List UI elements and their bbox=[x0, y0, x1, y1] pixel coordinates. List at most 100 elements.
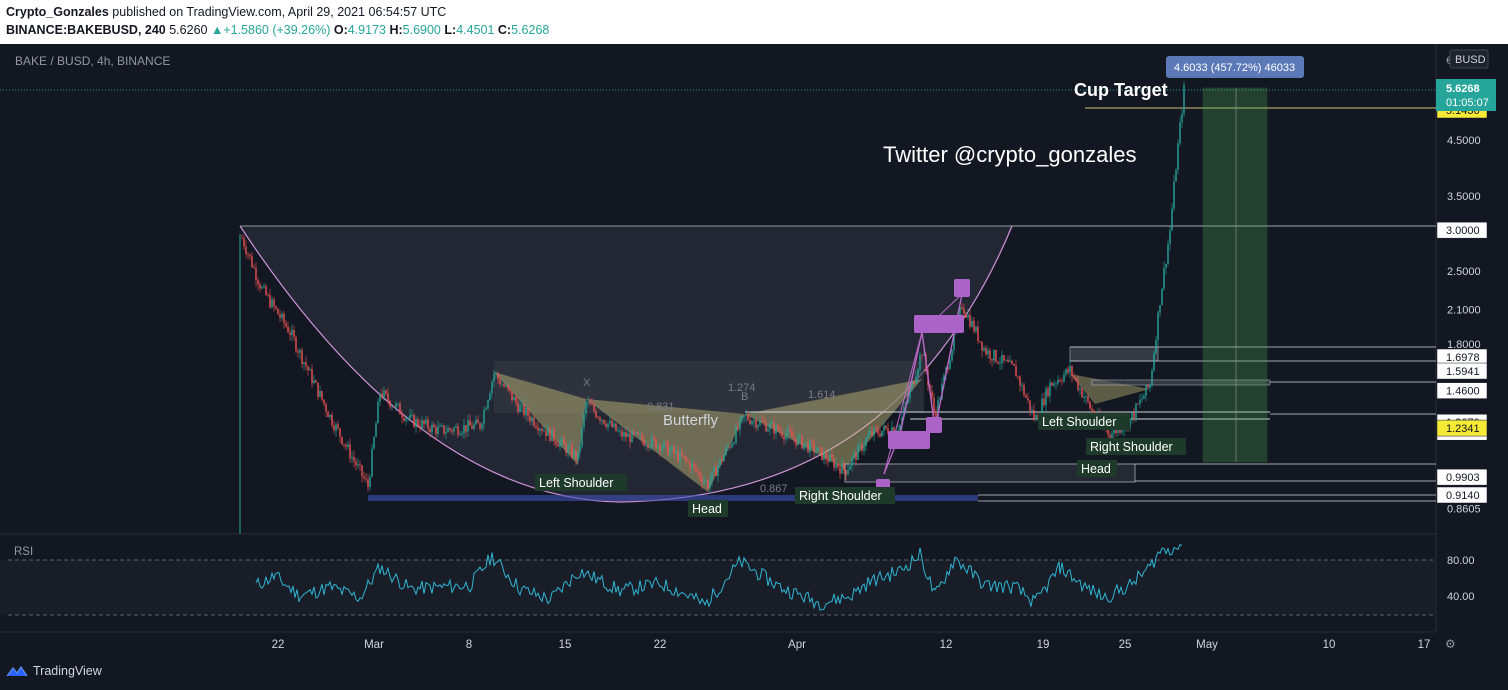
candle-body bbox=[1043, 398, 1045, 406]
candle-body bbox=[811, 440, 813, 443]
candle-body bbox=[1031, 410, 1033, 411]
candle-body bbox=[515, 397, 517, 403]
candle-body bbox=[1071, 365, 1073, 376]
candle-body bbox=[1171, 208, 1173, 231]
candle-body bbox=[525, 407, 527, 416]
candle-body bbox=[645, 445, 647, 447]
candle-body bbox=[415, 419, 417, 427]
currency-label: BUSD bbox=[1455, 54, 1486, 66]
candle-body bbox=[981, 341, 983, 351]
candle-body bbox=[279, 314, 281, 318]
candle-body bbox=[287, 326, 289, 333]
candle-body bbox=[369, 476, 371, 488]
candle-body bbox=[1177, 143, 1179, 171]
candle-body bbox=[1175, 170, 1177, 182]
candle-body bbox=[605, 424, 607, 427]
candle-body bbox=[727, 446, 729, 448]
time-tick-label: 25 bbox=[1119, 639, 1132, 651]
candle-body bbox=[687, 460, 689, 462]
candle-body bbox=[877, 429, 879, 434]
candle-body bbox=[571, 444, 573, 458]
candle-body bbox=[439, 425, 441, 427]
candle-body bbox=[761, 420, 763, 422]
candle-body bbox=[669, 449, 671, 456]
candle-body bbox=[757, 425, 759, 428]
candle-body bbox=[393, 406, 395, 408]
candle-body bbox=[649, 446, 651, 448]
candle-body bbox=[1087, 396, 1089, 402]
measure-label: 4.6033 (457.72%) 46033 bbox=[1174, 62, 1295, 74]
candle-body bbox=[599, 417, 601, 421]
candle-body bbox=[969, 314, 971, 327]
candle-body bbox=[579, 446, 581, 452]
candle-body bbox=[553, 429, 555, 442]
candle-body bbox=[423, 420, 425, 424]
candle-body bbox=[787, 429, 789, 435]
candle-body bbox=[527, 407, 529, 417]
gear-icon[interactable]: ⚙ bbox=[1445, 637, 1456, 651]
candle-body bbox=[919, 354, 921, 370]
brand-name: TradingView bbox=[33, 664, 102, 678]
candle-body bbox=[709, 480, 711, 489]
candle-body bbox=[683, 456, 685, 458]
candle-body bbox=[1133, 412, 1135, 419]
candle-body bbox=[1079, 388, 1081, 390]
candle-body bbox=[457, 426, 459, 435]
candle-body bbox=[1017, 376, 1019, 378]
rsi-tick: 80.00 bbox=[1447, 555, 1475, 567]
author-link[interactable]: Crypto_Gonzales bbox=[6, 5, 109, 19]
candle-body bbox=[311, 368, 313, 384]
candle-body bbox=[1161, 288, 1163, 306]
candle-body bbox=[383, 390, 385, 398]
candle-body bbox=[647, 445, 649, 448]
candle-body bbox=[583, 414, 585, 428]
candle-body bbox=[365, 478, 367, 480]
candle-body bbox=[663, 441, 665, 448]
candle-body bbox=[635, 432, 637, 434]
countdown-label: 01:05:07 bbox=[1446, 97, 1489, 109]
price-tick-label: 2.5000 bbox=[1447, 266, 1481, 278]
candle-body bbox=[897, 430, 899, 431]
candle-body bbox=[731, 443, 733, 448]
candle-body bbox=[295, 337, 297, 352]
candle-body bbox=[1167, 244, 1169, 264]
candle-body bbox=[325, 403, 327, 412]
candle-body bbox=[377, 401, 379, 424]
candle-body bbox=[991, 358, 993, 361]
candle-body bbox=[791, 432, 793, 438]
candle-body bbox=[607, 423, 609, 427]
candle-body bbox=[569, 444, 571, 446]
tradingview-brand[interactable]: TradingView bbox=[6, 664, 102, 678]
candle-body bbox=[1149, 384, 1151, 388]
rsi-title: RSI bbox=[14, 546, 33, 558]
candle-body bbox=[835, 463, 837, 468]
candle-body bbox=[249, 254, 251, 257]
candle-body bbox=[857, 445, 859, 460]
candle-body bbox=[705, 480, 707, 482]
candle-body bbox=[485, 408, 487, 410]
candle-body bbox=[871, 430, 873, 436]
candle-body bbox=[1147, 385, 1149, 388]
candle-body bbox=[1139, 399, 1141, 404]
candle-body bbox=[699, 472, 701, 478]
rsi-band bbox=[0, 560, 1436, 615]
time-tick-label: 17 bbox=[1418, 639, 1431, 651]
candle-body bbox=[353, 456, 355, 462]
candle-body bbox=[829, 454, 831, 462]
candle-body bbox=[1131, 412, 1133, 419]
time-tick-label: 15 bbox=[559, 639, 572, 651]
candle-body bbox=[541, 428, 543, 431]
candle-body bbox=[509, 388, 511, 392]
candle-body bbox=[885, 425, 887, 429]
candle-body bbox=[559, 441, 561, 447]
candle-body bbox=[837, 463, 839, 468]
candle-body bbox=[673, 446, 675, 454]
candle-body bbox=[443, 425, 445, 434]
candle-body bbox=[805, 442, 807, 444]
candle-body bbox=[653, 436, 655, 439]
candle-body bbox=[1077, 379, 1079, 390]
butterfly-label: Butterfly bbox=[663, 412, 719, 429]
candle-body bbox=[539, 428, 541, 431]
candle-body bbox=[1081, 388, 1083, 398]
chart-canvas[interactable]: X B 0.831 1.274 1.614 0.867 Butterfly Le… bbox=[0, 44, 1508, 656]
